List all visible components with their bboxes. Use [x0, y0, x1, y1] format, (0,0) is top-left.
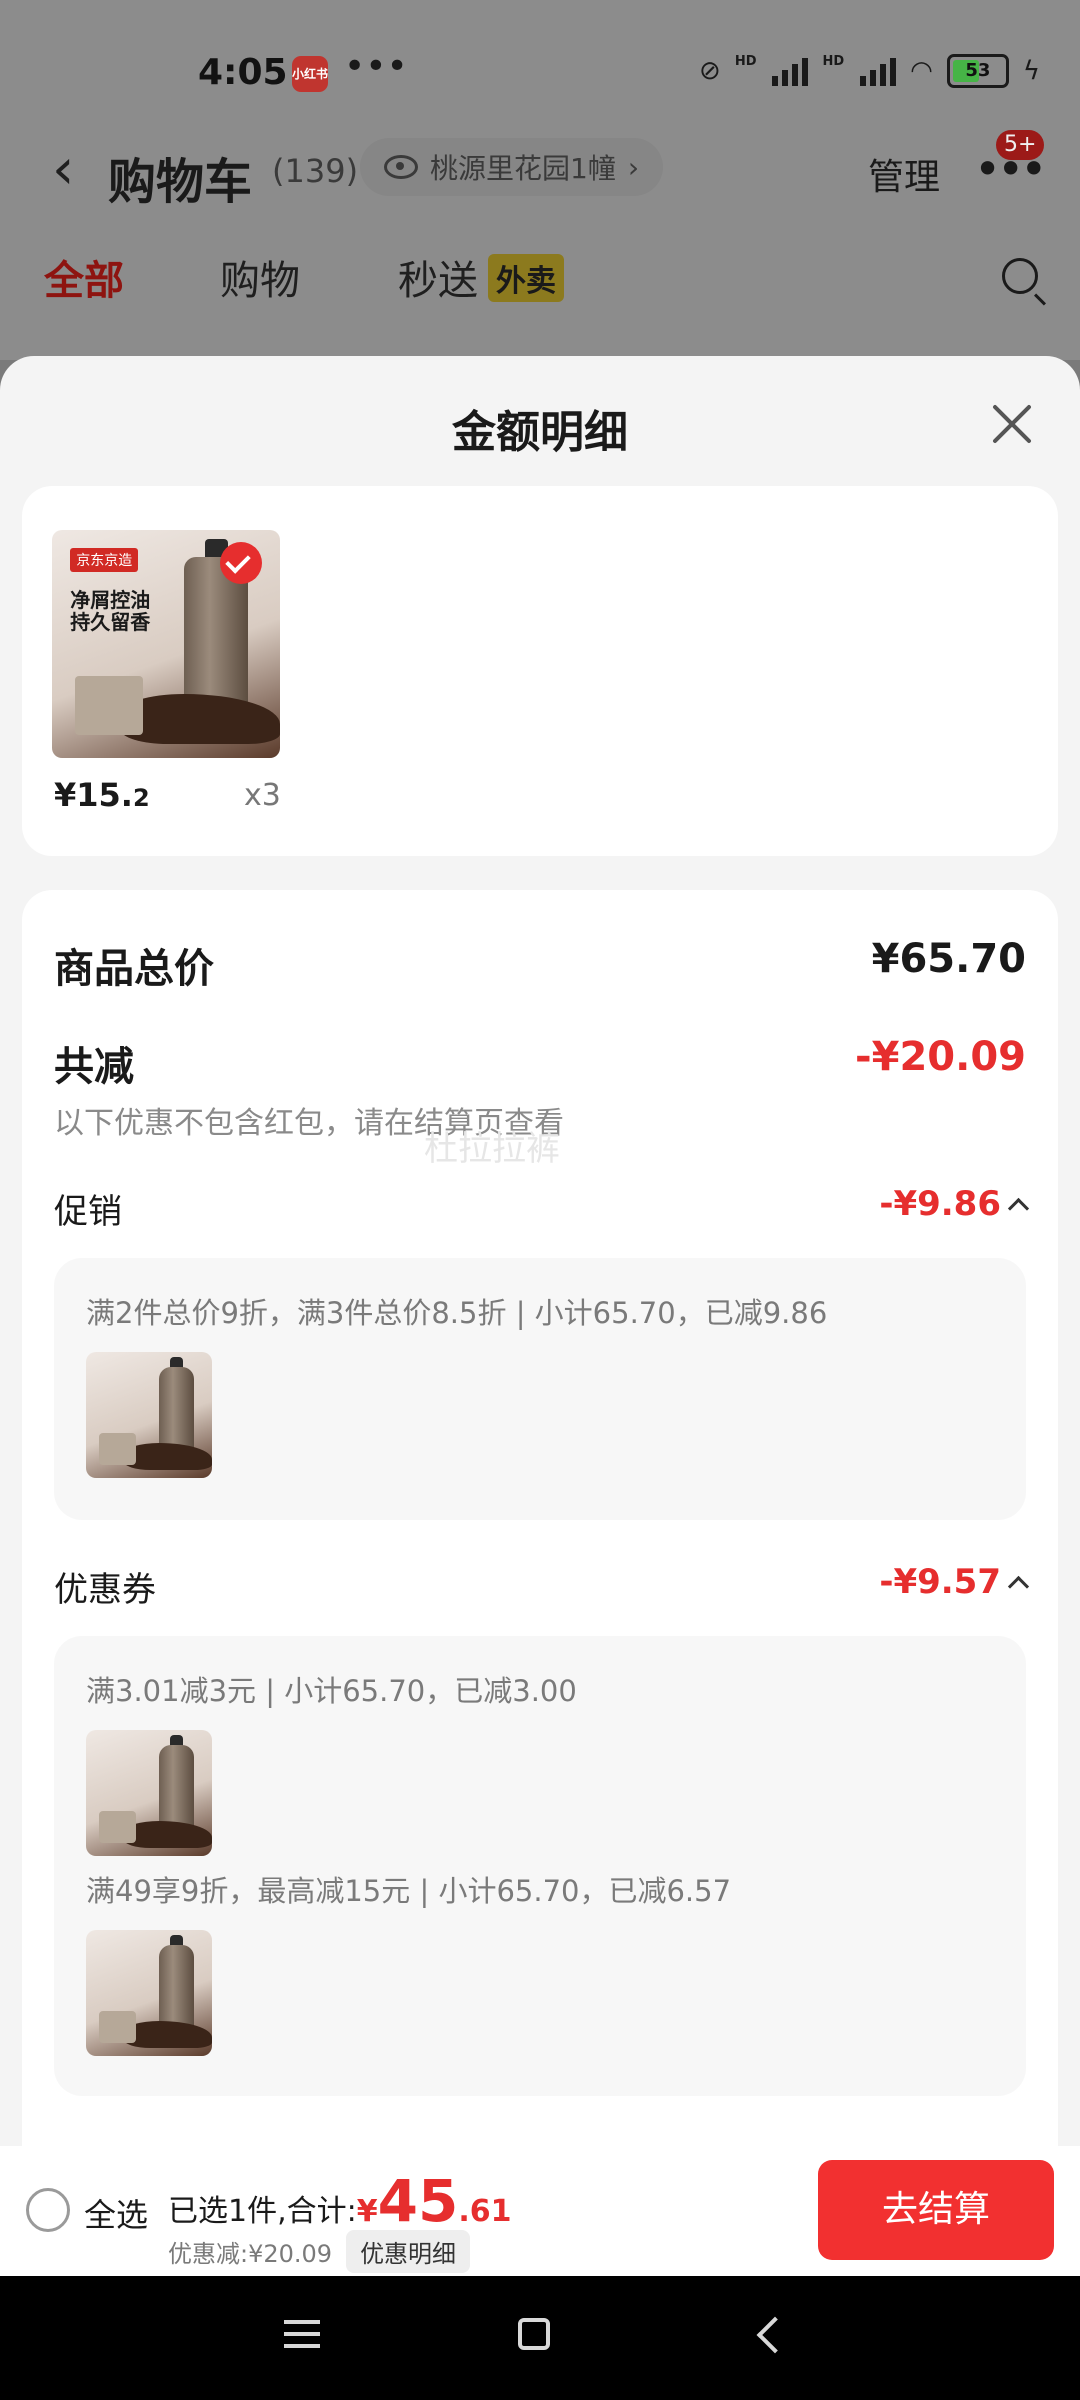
reduce-row: 共减 -¥20.09 — [54, 1034, 1026, 1090]
tab-all[interactable]: 全部 — [44, 248, 124, 306]
tab-flash[interactable]: 秒送 — [398, 248, 478, 306]
watermark-text: 杜拉拉裤 — [424, 1129, 560, 1169]
address-text: 桃源里花园1幢 — [430, 152, 616, 185]
select-all-label[interactable]: 全选 — [84, 2190, 148, 2236]
checkout-bar: 全选 已选1件,合计: ¥ 45 .61 优惠减:¥20.09 优惠明细 去结算 — [0, 2146, 1080, 2276]
amount-detail-sheet: 金额明细 京东京造 净屑控油 持久留香 ¥15.2 x3 商品总价 ¥65.70… — [0, 356, 1080, 2146]
coupon-detail-line-1: 满3.01减3元 | 小计65.70，已减3.00 — [86, 1674, 577, 1708]
search-icon[interactable] — [1002, 258, 1038, 294]
checkout-button[interactable]: 去结算 — [818, 2160, 1054, 2260]
chevron-up-icon — [1007, 1197, 1030, 1219]
promo-value: -¥9.86 — [879, 1184, 1030, 1224]
chevron-up-icon — [1007, 1575, 1030, 1597]
xiaohongshu-icon: 小红书 — [292, 56, 328, 92]
coupon-product-image-1 — [86, 1730, 212, 1856]
battery-icon: 53 — [946, 54, 1009, 88]
product-card: 京东京造 净屑控油 持久留香 ¥15.2 x3 — [22, 486, 1058, 856]
battery-level: 53 — [965, 60, 991, 81]
menu-icon[interactable] — [284, 2320, 320, 2348]
mute-icon: ⊘ — [699, 56, 721, 86]
total-row: 商品总价 ¥65.70 — [54, 936, 1026, 992]
hd-icon-2: HD — [822, 54, 845, 69]
product-brand: 京东京造 — [70, 548, 139, 573]
close-icon[interactable] — [988, 400, 1036, 448]
signal-icon — [772, 56, 809, 86]
promo-detail-line: 满2件总价9折，满3件总价8.5折 | 小计65.70，已减9.86 — [86, 1296, 828, 1330]
promo-label: 促销 — [54, 1192, 122, 1232]
takeout-badge: 外卖 — [488, 254, 564, 302]
reduce-label: 共减 — [54, 1044, 134, 1090]
page-title: 购物车 — [108, 154, 253, 210]
total-label: 商品总价 — [54, 946, 214, 992]
back-nav-icon[interactable] — [756, 2316, 794, 2354]
chevron-right-icon: › — [627, 150, 640, 184]
back-icon[interactable]: ‹ — [52, 140, 74, 200]
promo-detail-box: 满2件总价9折，满3件总价8.5折 | 小计65.70，已减9.86 — [54, 1258, 1026, 1520]
hd-icon: HD — [734, 54, 757, 69]
coupon-row[interactable]: 优惠券 -¥9.57 — [54, 1562, 1030, 1610]
reduce-value: -¥20.09 — [855, 1034, 1026, 1080]
select-all-radio[interactable] — [26, 2188, 70, 2232]
coupon-label: 优惠券 — [54, 1570, 156, 1610]
coupon-detail-line-2: 满49享9折，最高减15元 | 小计65.70，已减6.57 — [86, 1874, 732, 1908]
wifi-icon: ◠ — [910, 56, 933, 86]
product-qty: x3 — [244, 778, 281, 813]
total-integer: 45 — [377, 2167, 459, 2235]
total-summary: 已选1件,合计: ¥ 45 .61 — [168, 2172, 511, 2230]
price-detail-card: 商品总价 ¥65.70 共减 -¥20.09 以下优惠不包含红包，请在结算页查看… — [22, 890, 1058, 2146]
tab-shopping[interactable]: 购物 — [220, 248, 300, 306]
promo-product-image — [86, 1352, 212, 1478]
notification-badge: 5+ — [996, 130, 1045, 160]
eye-icon — [384, 155, 418, 179]
total-value: ¥65.70 — [871, 936, 1026, 982]
status-time: 4:05 — [198, 52, 288, 93]
charging-icon: ϟ — [1022, 56, 1040, 86]
product-price: ¥15.2 — [54, 776, 150, 814]
discount-line: 优惠减:¥20.09 优惠明细 — [168, 2230, 471, 2273]
selected-text: 已选1件,合计: — [168, 2194, 357, 2229]
coupon-value: -¥9.57 — [879, 1562, 1030, 1602]
promo-row[interactable]: 促销 -¥9.86 — [54, 1184, 1030, 1232]
product-slogan: 净屑控油 持久留香 — [70, 588, 151, 635]
total-currency: ¥ — [356, 2194, 378, 2229]
signal-icon-2 — [860, 56, 897, 86]
discount-text: 优惠减:¥20.09 — [168, 2240, 333, 2268]
discount-detail-button[interactable]: 优惠明细 — [346, 2230, 471, 2273]
total-decimal: .61 — [458, 2194, 512, 2229]
manage-button[interactable]: 管理 — [868, 148, 940, 200]
cart-tabs: 全部 购物 秒送 外卖 — [0, 248, 1080, 318]
status-more-icon: ••• — [344, 46, 408, 87]
home-icon[interactable] — [518, 2318, 550, 2350]
selected-check-icon[interactable] — [220, 542, 262, 584]
address-chip[interactable]: 桃源里花园1幢 › — [360, 138, 664, 196]
coupon-product-image-2 — [86, 1930, 212, 2056]
cart-count: (139) — [272, 152, 359, 190]
sheet-title: 金额明细 — [452, 407, 628, 458]
cart-header: ‹ 购物车 (139) 桃源里花园1幢 › 管理 ••• 5+ — [0, 120, 1080, 220]
status-icons: ⊘ HD HD ◠ 53 ϟ — [699, 54, 1040, 88]
system-nav-bar — [0, 2276, 1080, 2400]
coupon-detail-box: 满3.01减3元 | 小计65.70，已减3.00 满49享9折，最高减15元 … — [54, 1636, 1026, 2096]
